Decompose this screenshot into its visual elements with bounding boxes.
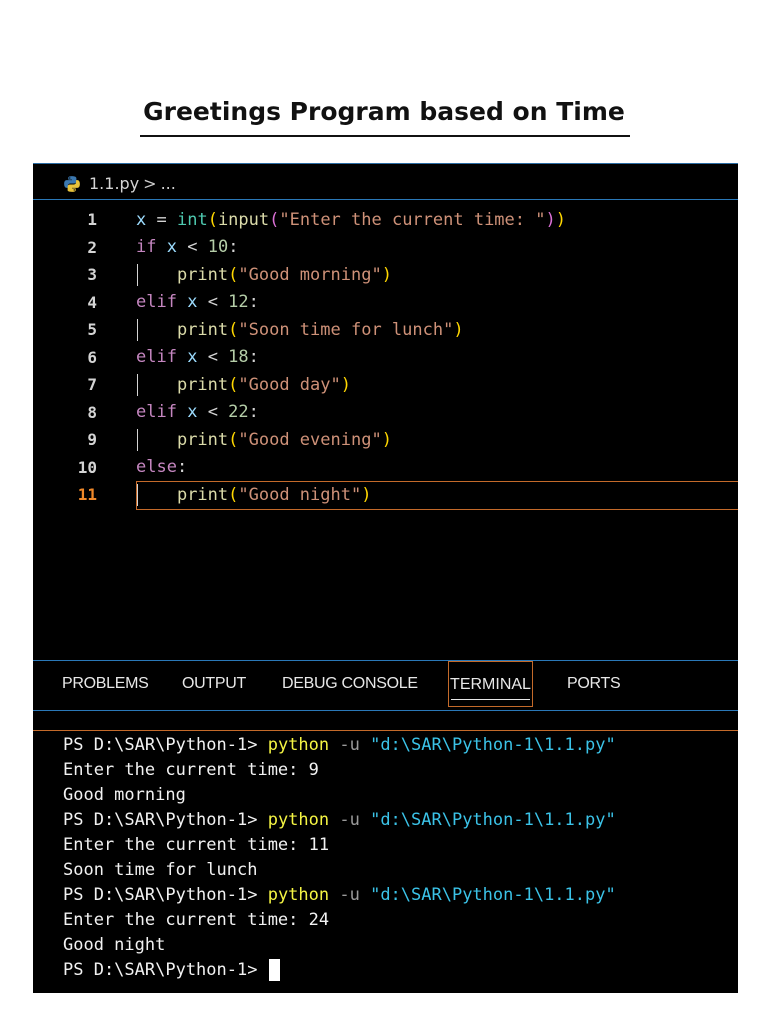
code-text: else:	[136, 457, 188, 477]
tab-problems[interactable]: PROBLEMS	[62, 675, 149, 693]
code-editor[interactable]: 1 x = int(input("Enter the current time: …	[33, 199, 738, 659]
code-line[interactable]: 3 print("Good morning")	[33, 261, 738, 288]
code-text: print("Good night")	[176, 484, 372, 505]
code-text: x = int(input("Enter the current time: "…	[136, 209, 566, 230]
code-line[interactable]: 9 print("Good evening")	[33, 426, 738, 453]
code-line[interactable]: 5 print("Soon time for lunch")	[33, 316, 738, 343]
terminal-cursor	[269, 958, 281, 981]
terminal-line: PS D:\SAR\Python-1> python -u "d:\SAR\Py…	[63, 884, 616, 905]
terminal-top-border	[33, 730, 738, 731]
line-number: 8	[87, 402, 97, 422]
breadcrumb-file[interactable]: 1.1.py	[89, 174, 139, 193]
line-number: 10	[77, 457, 97, 477]
terminal-line: Good morning	[63, 784, 186, 805]
code-text: print("Good morning")	[176, 264, 392, 285]
title-underline	[140, 135, 630, 137]
terminal-line: PS D:\SAR\Python-1> python -u "d:\SAR\Py…	[63, 734, 616, 755]
code-line[interactable]: 2 if x < 10:	[33, 234, 738, 261]
tab-output[interactable]: OUTPUT	[182, 675, 246, 693]
breadcrumb: 1.1.py > ...	[33, 168, 738, 200]
page-title: Greetings Program based on Time	[143, 97, 625, 126]
line-number: 7	[87, 375, 97, 394]
panel-divider	[33, 710, 738, 711]
code-line[interactable]: 10 else:	[33, 454, 738, 481]
code-text: elif x < 12:	[136, 292, 259, 312]
tab-terminal-label: TERMINAL	[450, 676, 531, 693]
breadcrumb-separator: >	[143, 174, 157, 193]
terminal-line: PS D:\SAR\Python-1> python -u "d:\SAR\Py…	[63, 809, 616, 830]
code-text: print("Good evening")	[176, 429, 392, 450]
line-number: 9	[87, 430, 97, 449]
breadcrumb-more[interactable]: ...	[161, 174, 176, 193]
code-line[interactable]: 8 elif x < 22:	[33, 399, 738, 426]
line-number: 2	[87, 237, 97, 257]
code-line[interactable]: 6 elif x < 18:	[33, 344, 738, 371]
line-number: 1	[87, 210, 97, 229]
line-number: 6	[87, 347, 97, 367]
code-line[interactable]: 4 elif x < 12:	[33, 289, 738, 316]
terminal-line: Soon time for lunch	[63, 859, 258, 880]
terminal-line: Enter the current time: 11	[63, 834, 330, 855]
python-icon	[63, 175, 81, 193]
code-text: elif x < 22:	[136, 402, 259, 422]
terminal-line: Enter the current time: 9	[63, 759, 319, 780]
line-number: 5	[87, 320, 97, 339]
tab-debug-console[interactable]: DEBUG CONSOLE	[282, 675, 418, 693]
terminal-line: Good night	[63, 934, 166, 955]
code-text: print("Soon time for lunch")	[176, 319, 464, 340]
line-number: 4	[87, 292, 97, 312]
code-text: if x < 10:	[136, 237, 239, 257]
code-line[interactable]: 11 print("Good night")	[33, 481, 738, 510]
code-line[interactable]: 1 x = int(input("Enter the current time: …	[33, 206, 738, 233]
tab-terminal[interactable]: TERMINAL	[448, 661, 533, 707]
active-tab-indicator	[451, 699, 530, 700]
code-text: elif x < 18:	[136, 347, 259, 367]
line-number: 11	[77, 485, 97, 504]
terminal-line: Enter the current time: 24	[63, 909, 330, 930]
panel-tabs: PROBLEMS OUTPUT DEBUG CONSOLE TERMINAL P…	[33, 661, 738, 709]
line-number: 3	[87, 265, 97, 284]
vscode-window: 1.1.py > ... 1 x = int(input("Enter the c…	[33, 163, 738, 993]
tab-ports[interactable]: PORTS	[567, 675, 621, 693]
terminal-line: PS D:\SAR\Python-1>	[63, 957, 281, 982]
code-text: print("Good day")	[176, 374, 351, 395]
code-line[interactable]: 7 print("Good day")	[33, 371, 738, 398]
